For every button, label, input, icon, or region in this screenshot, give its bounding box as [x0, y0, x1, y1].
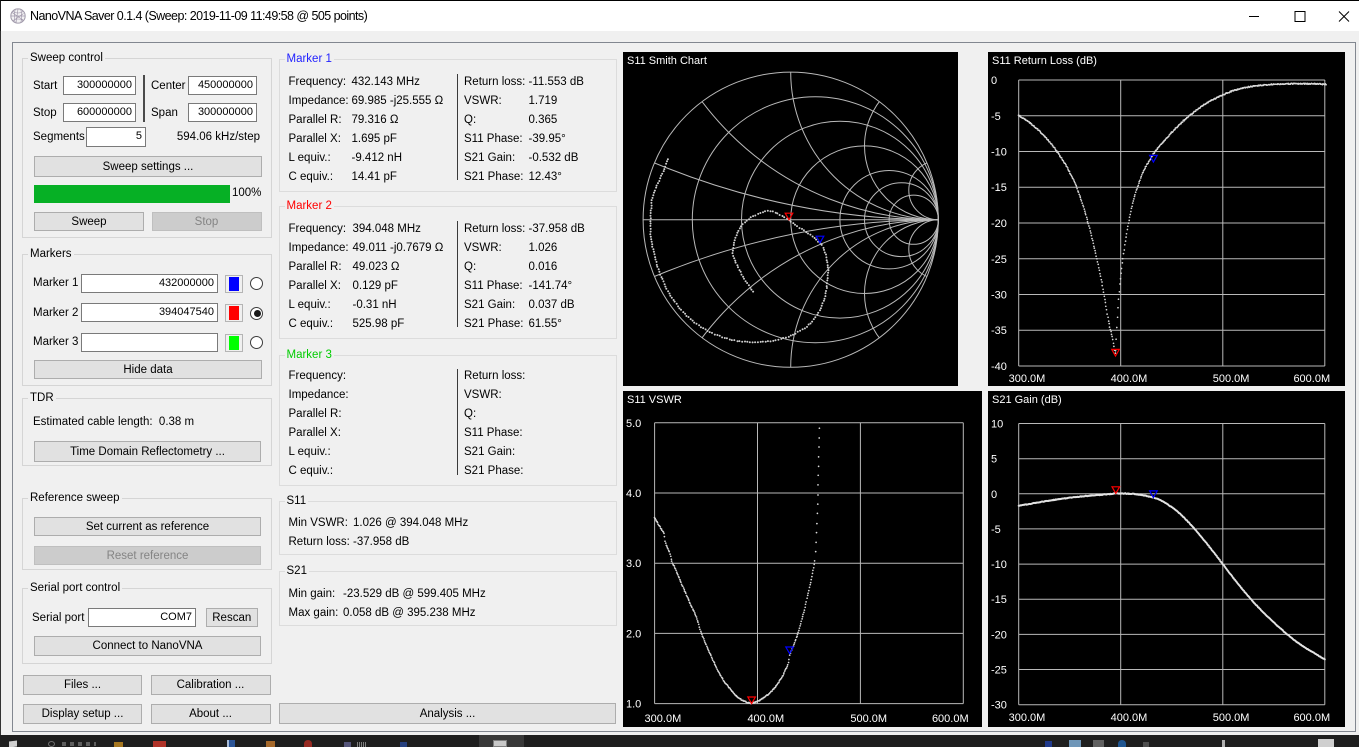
svg-text:-25: -25: [991, 254, 1007, 266]
svg-text:500.0M: 500.0M: [1213, 712, 1250, 724]
svg-text:-15: -15: [991, 182, 1007, 194]
svg-text:-15: -15: [991, 594, 1007, 606]
svg-text:-30: -30: [991, 290, 1007, 302]
svg-text:5.0: 5.0: [626, 418, 641, 430]
svg-text:0: 0: [991, 489, 997, 501]
svg-text:300.0M: 300.0M: [1009, 712, 1046, 724]
svg-text:-35: -35: [991, 325, 1007, 337]
svg-text:4.0: 4.0: [626, 488, 641, 500]
svg-text:-5: -5: [991, 111, 1001, 123]
svg-text:400.0M: 400.0M: [1111, 712, 1148, 724]
svg-text:-20: -20: [991, 629, 1007, 641]
svg-text:5: 5: [991, 454, 997, 466]
svg-text:1.0: 1.0: [626, 699, 641, 711]
svg-text:-10: -10: [991, 147, 1007, 159]
svg-text:600.0M: 600.0M: [932, 713, 969, 725]
svg-text:600.0M: 600.0M: [1293, 712, 1330, 724]
svg-text:-40: -40: [991, 361, 1007, 373]
svg-text:-10: -10: [991, 559, 1007, 571]
svg-text:400.0M: 400.0M: [747, 713, 784, 725]
svg-text:-20: -20: [991, 218, 1007, 230]
svg-text:10: 10: [991, 419, 1003, 431]
svg-text:3.0: 3.0: [626, 558, 641, 570]
svg-text:2.0: 2.0: [626, 628, 641, 640]
svg-text:0: 0: [991, 75, 997, 87]
svg-text:300.0M: 300.0M: [1009, 373, 1046, 385]
svg-text:500.0M: 500.0M: [1213, 373, 1250, 385]
svg-text:-30: -30: [991, 700, 1007, 712]
svg-text:-5: -5: [991, 524, 1001, 536]
svg-text:-25: -25: [991, 665, 1007, 677]
svg-text:500.0M: 500.0M: [850, 713, 887, 725]
svg-text:400.0M: 400.0M: [1111, 373, 1148, 385]
svg-text:300.0M: 300.0M: [645, 713, 682, 725]
svg-text:600.0M: 600.0M: [1293, 373, 1330, 385]
